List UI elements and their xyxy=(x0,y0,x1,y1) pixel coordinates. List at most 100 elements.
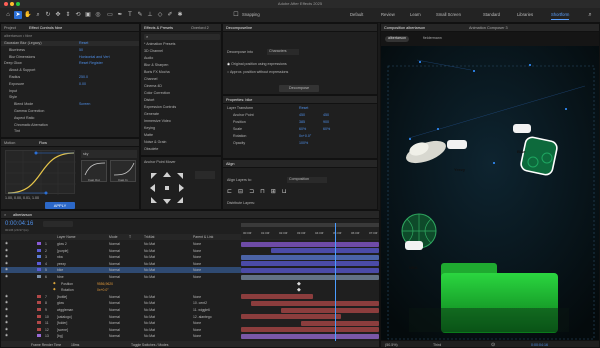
layer-parent-dropdown[interactable]: None xyxy=(193,262,201,266)
snapping-checkbox-icon[interactable]: ☐ xyxy=(232,11,240,19)
layer-duration-bar[interactable] xyxy=(241,267,379,273)
hand-tool-icon[interactable]: ✋ xyxy=(24,11,32,19)
effect-row[interactable]: Radius 250.0 xyxy=(1,75,139,80)
keyframe-stopwatch-icon[interactable]: ◆ xyxy=(53,287,56,291)
effect-category-item[interactable]: Audio xyxy=(144,56,221,61)
workspace-libraries[interactable]: Libraries xyxy=(517,12,533,17)
timeline-layer-row[interactable]: ◉ 4 yeezy Normal No Mat None xyxy=(1,261,241,267)
tab-project[interactable]: Project xyxy=(4,26,16,30)
layer-mode-dropdown[interactable]: Normal xyxy=(109,242,120,246)
option-original[interactable]: ◉ Original position using expressions xyxy=(227,62,377,67)
comp-tab-albertarson[interactable]: albertarson xyxy=(385,36,409,42)
layer-trkmat-dropdown[interactable]: No Mat xyxy=(144,328,155,332)
preset-dropdown[interactable]: sky xyxy=(81,150,137,158)
effect-row-value[interactable]: 50 xyxy=(79,48,83,52)
align-right-icon[interactable]: ⊐ xyxy=(249,189,260,195)
layer-label-color[interactable] xyxy=(37,242,41,245)
layer-mode-dropdown[interactable]: Normal xyxy=(109,334,120,338)
effects-search-input[interactable]: ⌕ xyxy=(144,34,220,40)
rotate-tool-icon[interactable]: ⟲ xyxy=(74,11,82,19)
timeline-property-row[interactable]: ◆ Position 9556,9620 xyxy=(1,281,241,287)
property-value-2[interactable] xyxy=(323,134,377,139)
effect-category-item[interactable]: Blur & Sharpen xyxy=(144,63,221,68)
align-vcenter-icon[interactable]: ⊞ xyxy=(271,189,282,195)
timeline-layer-row[interactable]: ◉ 6 fdne Normal No Mat None xyxy=(1,274,241,280)
layer-parent-dropdown[interactable]: None xyxy=(193,268,201,272)
type-tool-icon[interactable]: T xyxy=(126,11,134,19)
effect-category-item[interactable]: Color Correction xyxy=(144,91,221,96)
layer-mode-dropdown[interactable]: Normal xyxy=(109,255,120,259)
keyframe-marker[interactable]: ◆ xyxy=(297,287,301,293)
timeline-layer-row[interactable]: ◉ 5 bike Normal No Mat None xyxy=(1,267,241,274)
tab-effects-presets[interactable]: Effects & Presets xyxy=(144,26,173,30)
pan-tool-icon[interactable]: ✥ xyxy=(54,11,62,19)
layer-name[interactable]: [bg] xyxy=(57,334,63,338)
home-icon[interactable]: ⌂ xyxy=(4,11,12,19)
timeline-layer-row[interactable]: ◉ 2 [purple] Normal No Mat None xyxy=(1,248,241,254)
timeline-ruler[interactable]: 00:00f 01:00f 02:00f 03:00f 04:00f 05:00f 06:0… xyxy=(241,223,379,239)
timeline-search-input[interactable] xyxy=(43,221,73,227)
layer-name[interactable]: [catalogo] xyxy=(57,315,72,319)
layer-duration-bar[interactable] xyxy=(271,248,379,254)
zoom-dropdown[interactable]: (50.5%) xyxy=(385,343,398,347)
visibility-eye-icon[interactable]: ◉ xyxy=(5,314,8,318)
effect-category-item[interactable]: * Animation Presets xyxy=(144,42,221,47)
layer-name[interactable]: wiggleman xyxy=(57,308,73,312)
align-hcenter-icon[interactable]: ⊟ xyxy=(238,189,249,195)
zoom-tool-icon[interactable]: ⌕ xyxy=(34,11,42,19)
camera-tool-icon[interactable]: ▣ xyxy=(84,11,92,19)
preset-fast-in[interactable]: Fast In xyxy=(110,160,136,182)
effect-category-item[interactable]: Generate xyxy=(144,112,221,117)
effect-row[interactable]: Deep Glow Reset Register xyxy=(1,61,139,66)
roto-brush-tool-icon[interactable]: ✐ xyxy=(166,11,174,19)
layer-mode-dropdown[interactable]: Normal xyxy=(109,275,120,279)
property-value-2[interactable]: 900 xyxy=(323,120,377,125)
property-value[interactable]: 0x+0.0° xyxy=(97,288,109,292)
current-time-indicator[interactable] xyxy=(335,223,336,341)
tab-decompose[interactable]: Decomposeline xyxy=(226,26,252,30)
timeline-layer-row[interactable]: ◉ 3 nba Normal No Mat None xyxy=(1,254,241,260)
layer-trkmat-dropdown[interactable]: No Mat xyxy=(144,321,155,325)
effect-row[interactable]: Input xyxy=(1,89,139,94)
layer-name[interactable]: [scene] xyxy=(57,328,68,332)
comp-tab-fieldermann[interactable]: fieldermann xyxy=(423,36,442,40)
workspace-default[interactable]: Default xyxy=(350,12,363,17)
layer-mode-dropdown[interactable]: Normal xyxy=(109,315,120,319)
effect-category-item[interactable]: Keying xyxy=(144,126,221,131)
effect-row[interactable]: About & Support xyxy=(1,68,139,73)
layer-trkmat-dropdown[interactable]: No Mat xyxy=(144,334,155,338)
reset-link[interactable]: Reset xyxy=(299,106,377,111)
align-left-icon[interactable]: ⊏ xyxy=(227,189,238,195)
timeline-layer-row[interactable]: ◉ 1 glow 2 Normal No Mat None xyxy=(1,241,241,247)
rectangle-tool-icon[interactable]: ▭ xyxy=(106,11,114,19)
layer-mode-dropdown[interactable]: Normal xyxy=(109,301,120,305)
keyframe-stopwatch-icon[interactable]: ◆ xyxy=(53,281,56,285)
visibility-eye-icon[interactable]: ◉ xyxy=(5,248,8,252)
layer-parent-dropdown[interactable]: None xyxy=(193,334,201,338)
align-top-icon[interactable]: ⊓ xyxy=(260,189,271,195)
timeline-close-icon[interactable]: × xyxy=(4,213,6,217)
work-area-bar[interactable] xyxy=(241,223,379,227)
layer-name[interactable]: fdne xyxy=(57,275,64,279)
visibility-eye-icon[interactable]: ◉ xyxy=(5,274,8,278)
timeline-layer-row[interactable]: ◉ 12 [scene] Normal No Mat None xyxy=(1,327,241,333)
layer-name[interactable]: [purple] xyxy=(57,249,68,253)
effect-category-item[interactable]: Cinema 4D xyxy=(144,84,221,89)
effect-row[interactable]: Exposure 0.00 xyxy=(1,82,139,87)
layer-mode-dropdown[interactable]: Normal xyxy=(109,308,120,312)
layer-label-color[interactable] xyxy=(37,294,41,298)
align-to-dropdown[interactable]: Composition xyxy=(287,177,327,183)
layer-duration-bar[interactable] xyxy=(241,254,379,260)
effect-row[interactable]: Blurriness 50 xyxy=(1,48,139,53)
effect-row-value[interactable]: Screen xyxy=(79,102,90,106)
tab-align[interactable]: Align xyxy=(226,162,234,166)
timeline-layer-row[interactable]: ◉ 9 wiggleman Normal No Mat 11. wiggle6 xyxy=(1,307,241,313)
eraser-tool-icon[interactable]: ◇ xyxy=(156,11,164,19)
pen-tool-icon[interactable]: ✒ xyxy=(116,11,124,19)
col-trkmat[interactable]: TrkMat xyxy=(144,235,154,239)
layer-parent-dropdown[interactable]: 11. wiggle6 xyxy=(193,308,210,312)
layer-name[interactable]: yeezy xyxy=(57,262,66,266)
layer-mode-dropdown[interactable]: Normal xyxy=(109,249,120,253)
layer-trkmat-dropdown[interactable]: No Mat xyxy=(144,301,155,305)
tab-timeline-albertarson[interactable]: albertarson xyxy=(13,213,32,217)
